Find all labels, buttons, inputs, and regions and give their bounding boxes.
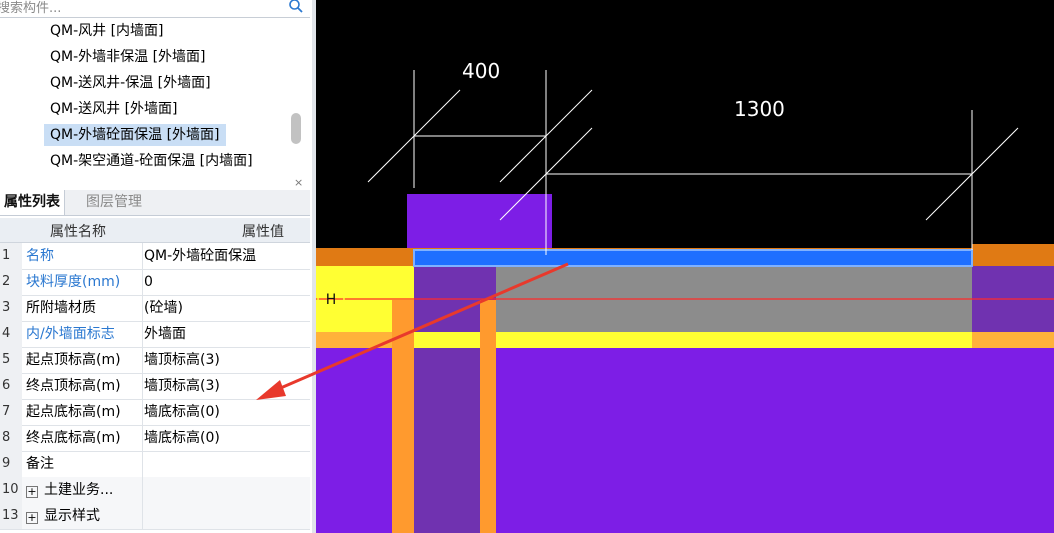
panel-tabs: 属性列表 图层管理 bbox=[0, 190, 310, 216]
tab-properties[interactable]: 属性列表 bbox=[0, 190, 65, 215]
component-item-5-selected[interactable]: QM-外墙砼面保温 [外墙面] bbox=[44, 124, 226, 146]
header-property-value: 属性值 bbox=[242, 224, 284, 240]
row-number: 4 bbox=[0, 321, 22, 347]
property-group-row[interactable]: 13 + 显示样式 bbox=[0, 503, 310, 530]
property-name: 名称 bbox=[22, 243, 143, 269]
property-value[interactable]: 墙顶标高(3) bbox=[144, 373, 220, 399]
drawing-svg: H 400 1300 bbox=[316, 59, 1054, 533]
property-name: 块料厚度(mm) bbox=[22, 269, 143, 295]
group-label: 土建业务... bbox=[44, 482, 114, 498]
component-item-1[interactable]: QM-风井 [内墙面] bbox=[44, 20, 170, 42]
grid-header: 属性名称 属性值 bbox=[0, 218, 310, 243]
property-row[interactable]: 2 块料厚度(mm) 0 bbox=[0, 269, 310, 296]
upper-wall-block bbox=[407, 194, 552, 256]
component-list: QM-风井 [内墙面] QM-外墙非保温 [外墙面] QM-送风井-保温 [外墙… bbox=[0, 18, 310, 173]
property-row[interactable]: 6 终点顶标高(m) 墙顶标高(3) bbox=[0, 373, 310, 400]
search-bar[interactable]: 搜索构件... bbox=[0, 0, 310, 18]
property-value[interactable]: QM-外墙砼面保温 bbox=[144, 243, 256, 269]
property-name: 所附墙材质 bbox=[22, 295, 143, 321]
property-group-name[interactable]: + 土建业务... bbox=[22, 477, 143, 503]
row-number: 2 bbox=[0, 269, 22, 295]
orange-band-right bbox=[972, 332, 1054, 348]
yellow-band bbox=[316, 332, 1054, 348]
property-name: 内/外墙面标志 bbox=[22, 321, 143, 347]
property-value[interactable]: 墙底标高(0) bbox=[144, 399, 220, 425]
property-group-name[interactable]: + 显示样式 bbox=[22, 503, 143, 529]
component-item-3[interactable]: QM-送风井-保温 [外墙面] bbox=[44, 72, 217, 94]
row-number: 13 bbox=[0, 503, 22, 529]
row-number: 10 bbox=[0, 477, 22, 503]
property-value[interactable]: 外墙面 bbox=[144, 321, 186, 347]
property-row[interactable]: 5 起点顶标高(m) 墙顶标高(3) bbox=[0, 347, 310, 374]
dimension-400: 400 bbox=[462, 59, 500, 83]
group-label: 显示样式 bbox=[44, 508, 100, 524]
orange-column-right bbox=[480, 300, 496, 533]
property-row[interactable]: 7 起点底标高(m) 墙底标高(0) bbox=[0, 399, 310, 426]
property-name: 起点顶标高(m) bbox=[22, 347, 143, 373]
row-number: 8 bbox=[0, 425, 22, 451]
row-number: 1 bbox=[0, 243, 22, 269]
property-row[interactable]: 3 所附墙材质 (砼墙) bbox=[0, 295, 310, 322]
row-number: 7 bbox=[0, 399, 22, 425]
property-row[interactable]: 4 内/外墙面标志 外墙面 bbox=[0, 321, 310, 348]
orange-right-cap bbox=[972, 244, 1054, 266]
close-icon[interactable]: × bbox=[294, 176, 303, 189]
property-value[interactable]: 墙顶标高(3) bbox=[144, 347, 220, 373]
left-panel: 搜索构件... QM-风井 [内墙面] QM-外墙非保温 [外墙面] QM-送风… bbox=[0, 0, 312, 533]
expand-icon[interactable]: + bbox=[26, 512, 38, 524]
axis-label: H bbox=[326, 292, 337, 308]
row-number: 5 bbox=[0, 347, 22, 373]
component-item-2[interactable]: QM-外墙非保温 [外墙面] bbox=[44, 46, 212, 68]
tab-layers[interactable]: 图层管理 bbox=[82, 190, 146, 215]
selected-wall-face[interactable] bbox=[413, 249, 973, 267]
row-number: 9 bbox=[0, 451, 22, 477]
list-scrollbar-thumb[interactable] bbox=[291, 113, 301, 144]
property-row[interactable]: 9 备注 bbox=[0, 451, 310, 478]
expand-icon[interactable]: + bbox=[26, 486, 38, 498]
property-name: 终点顶标高(m) bbox=[22, 373, 143, 399]
search-icon[interactable] bbox=[288, 0, 304, 14]
property-value[interactable]: 墙底标高(0) bbox=[144, 425, 220, 451]
row-number: 3 bbox=[0, 295, 22, 321]
property-group-row[interactable]: 10 + 土建业务... bbox=[0, 477, 310, 504]
component-item-6[interactable]: QM-架空通道-砼面保温 [内墙面] bbox=[44, 150, 259, 172]
drawing-canvas[interactable]: H 400 1300 bbox=[316, 0, 1054, 533]
property-value[interactable]: (砼墙) bbox=[144, 295, 183, 321]
property-name: 起点底标高(m) bbox=[22, 399, 143, 425]
header-property-name: 属性名称 bbox=[50, 224, 106, 240]
property-value[interactable]: 0 bbox=[144, 269, 153, 295]
property-name: 备注 bbox=[22, 451, 143, 477]
row-number: 6 bbox=[0, 373, 22, 399]
dimension-1300: 1300 bbox=[734, 97, 785, 121]
component-item-4[interactable]: QM-送风井 [外墙面] bbox=[44, 98, 184, 120]
property-row[interactable]: 8 终点底标高(m) 墙底标高(0) bbox=[0, 425, 310, 452]
property-name: 终点底标高(m) bbox=[22, 425, 143, 451]
search-input[interactable]: 搜索构件... bbox=[0, 0, 61, 16]
property-row[interactable]: 1 名称 QM-外墙砼面保温 bbox=[0, 243, 310, 270]
